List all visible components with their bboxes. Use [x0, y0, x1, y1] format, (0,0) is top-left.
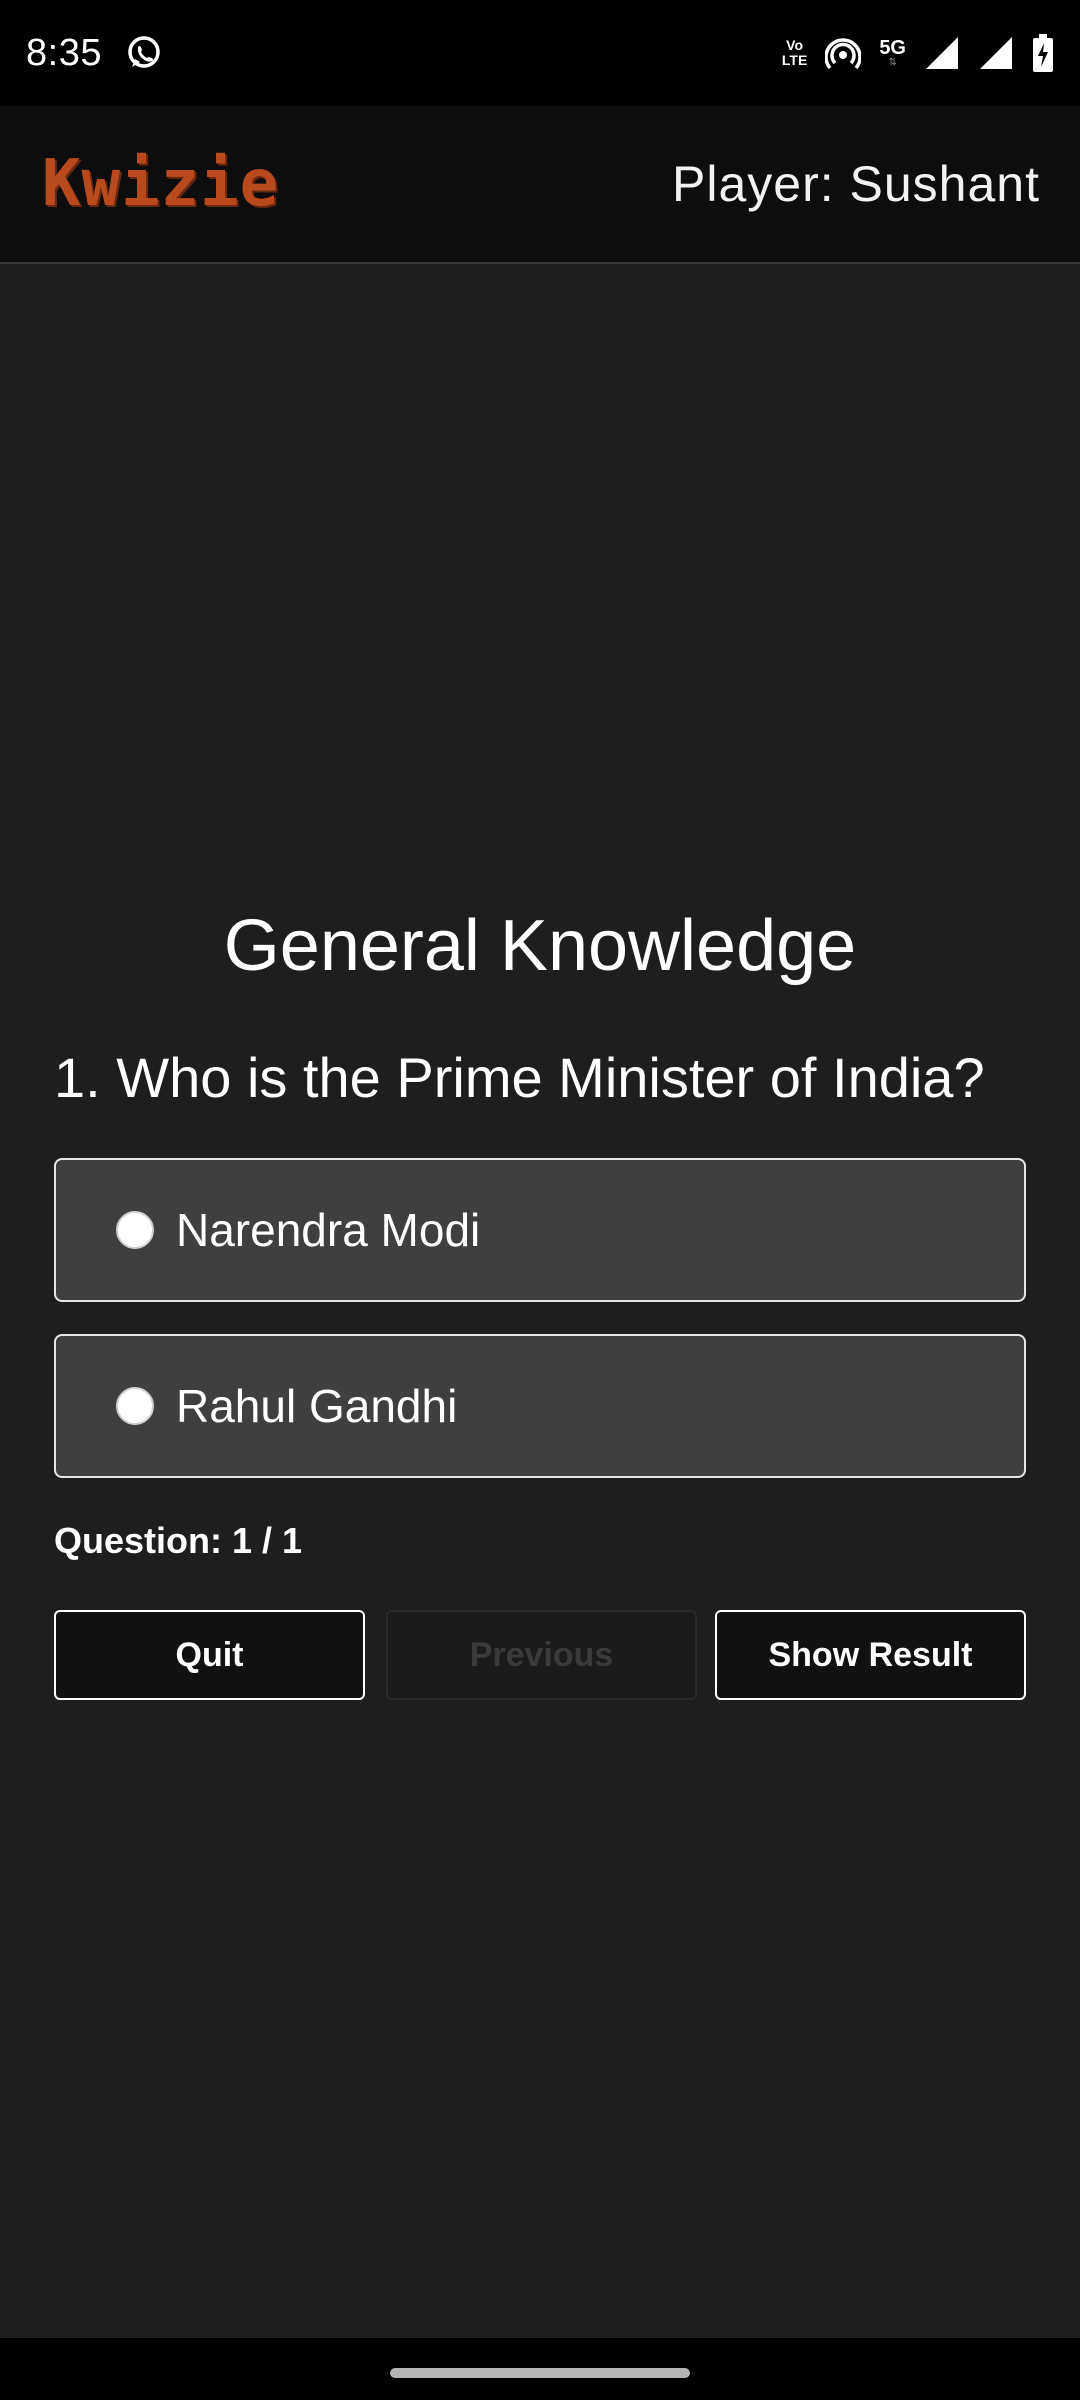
- home-indicator[interactable]: [390, 2368, 690, 2378]
- player-name: Player: Sushant: [672, 156, 1040, 212]
- status-time: 8:35: [26, 31, 102, 74]
- option-rahul-gandhi[interactable]: Rahul Gandhi: [54, 1334, 1026, 1478]
- signal-icon: [926, 37, 958, 69]
- battery-charging-icon: [1033, 34, 1053, 72]
- radio-button[interactable]: [116, 1211, 154, 1249]
- previous-button[interactable]: Previous: [386, 1610, 697, 1700]
- option-narendra-modi[interactable]: Narendra Modi: [54, 1158, 1026, 1302]
- option-label: Rahul Gandhi: [176, 1380, 458, 1432]
- status-icons: Vo LTE 5G ⇅: [782, 34, 1054, 72]
- quit-button[interactable]: Quit: [54, 1610, 365, 1700]
- show-result-button[interactable]: Show Result: [715, 1610, 1026, 1700]
- app-header: Kwizie Player: Sushant: [0, 106, 1080, 264]
- radio-button[interactable]: [116, 1387, 154, 1425]
- question-text: 1. Who is the Prime Minister of India?: [54, 1046, 985, 1109]
- whatsapp-icon: [128, 36, 160, 68]
- signal-icon-2: [980, 37, 1012, 69]
- status-bar: 8:35 Vo LTE 5G ⇅: [0, 0, 1080, 106]
- volte-icon: Vo LTE: [781, 37, 808, 68]
- hotspot-icon: [825, 38, 862, 70]
- question-progress: Question: 1 / 1: [54, 1520, 303, 1561]
- app-logo[interactable]: Kwizie: [42, 147, 279, 221]
- network-type: 5G ⇅: [879, 37, 906, 68]
- quiz-title: General Knowledge: [223, 906, 857, 986]
- option-label: Narendra Modi: [176, 1204, 481, 1256]
